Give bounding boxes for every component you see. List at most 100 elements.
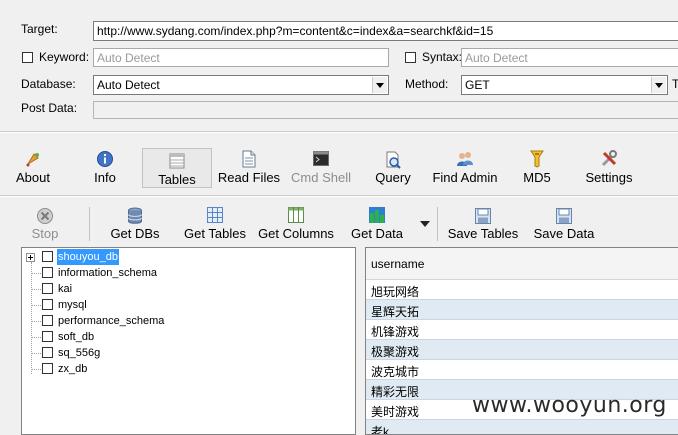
keyword-input[interactable]: Auto Detect [93, 48, 389, 67]
data-icon [369, 207, 385, 223]
columns-icon [288, 207, 304, 223]
tools-icon [601, 150, 617, 167]
tree-checkbox[interactable] [42, 363, 53, 374]
cmd-shell-button[interactable]: Cmd Shell [288, 148, 354, 188]
tree-item[interactable]: information_schema [22, 265, 322, 281]
tree-item-label: information_schema [58, 267, 158, 279]
tree-item[interactable]: sq_556g [22, 345, 322, 361]
tables-button[interactable]: Tables [142, 148, 212, 188]
toolbar-separator [89, 207, 90, 241]
syntax-label: Syntax: [422, 50, 463, 64]
keyword-checkbox[interactable] [22, 52, 33, 63]
tree-item[interactable]: soft_db [22, 329, 322, 345]
stop-button[interactable]: Stop [22, 205, 68, 243]
tree-connector [32, 273, 41, 274]
chevron-down-icon[interactable] [651, 77, 666, 93]
get-data-button[interactable]: Get Data [346, 205, 408, 243]
table-cell: 极聚游戏 [371, 345, 420, 359]
save-tables-button[interactable]: Save Tables [446, 205, 520, 243]
save-icon [556, 208, 572, 224]
get-data-label: Get Data [350, 226, 404, 241]
get-columns-label: Get Columns [258, 226, 334, 241]
target-input[interactable]: http://www.sydang.com/index.php?m=conten… [93, 21, 678, 41]
divider [0, 196, 678, 197]
tree-connector [32, 321, 41, 322]
cut-off-label: T [672, 77, 678, 91]
table-cell: 旭玩网络 [371, 285, 420, 299]
md5-button[interactable]: MD5 [518, 148, 556, 188]
query-button[interactable]: Query [370, 148, 416, 188]
table-row[interactable]: 老k [366, 420, 678, 434]
table-row[interactable]: 机锋游戏 [366, 320, 678, 340]
get-tables-button[interactable]: Get Tables [180, 205, 250, 243]
info-icon [97, 151, 113, 167]
table-row[interactable]: 波克城市 [366, 360, 678, 380]
tree-checkbox[interactable] [42, 331, 53, 342]
divider [0, 132, 678, 133]
tree-item-label: soft_db [58, 331, 95, 343]
save-icon [475, 208, 491, 224]
tree-item[interactable]: performance_schema [22, 313, 322, 329]
database-select[interactable]: Auto Detect [93, 75, 389, 95]
query-label: Query [375, 170, 411, 185]
postdata-input[interactable] [93, 101, 678, 119]
stop-icon [37, 208, 53, 224]
tree-item-label: sq_556g [58, 347, 101, 359]
tree-connector [32, 337, 41, 338]
key-icon [530, 150, 544, 168]
get-dbs-label: Get DBs [110, 226, 160, 241]
table-row[interactable]: 星辉天拓 [366, 300, 678, 320]
about-label: About [16, 170, 50, 185]
method-select-value: GET [465, 78, 490, 92]
tree-checkbox[interactable] [42, 251, 53, 262]
table-cell: 星辉天拓 [371, 305, 420, 319]
tree-item-label: kai [58, 283, 73, 295]
dropdown-arrow-icon[interactable] [420, 221, 430, 227]
tree-item-label: mysql [58, 299, 87, 311]
target-label: Target: [21, 22, 58, 36]
database-tree[interactable]: shouyou_db information_schema kai mysql … [21, 247, 356, 435]
table-icon [169, 153, 185, 169]
find-admin-button[interactable]: Find Admin [428, 148, 502, 188]
settings-button[interactable]: Settings [582, 148, 636, 188]
database-icon [128, 207, 142, 224]
tree-checkbox[interactable] [42, 267, 53, 278]
tree-checkbox[interactable] [42, 299, 53, 310]
read-files-button[interactable]: Read Files [216, 148, 282, 188]
tree-item[interactable]: mysql [22, 297, 322, 313]
about-icon [26, 153, 39, 167]
tree-checkbox[interactable] [42, 283, 53, 294]
settings-label: Settings [585, 170, 633, 185]
column-header-label: username [371, 257, 425, 271]
get-dbs-button[interactable]: Get DBs [104, 205, 166, 243]
about-button[interactable]: About [8, 148, 58, 188]
syntax-input[interactable]: Auto Detect [461, 48, 678, 67]
stop-label: Stop [31, 226, 59, 241]
info-label: Info [94, 170, 116, 185]
tree-item-label: performance_schema [58, 315, 165, 327]
column-header[interactable]: username [366, 248, 678, 280]
tree-item[interactable]: zx_db [22, 361, 322, 377]
tree-checkbox[interactable] [42, 315, 53, 326]
postdata-label: Post Data: [21, 101, 78, 115]
tree-item[interactable]: kai [22, 281, 322, 297]
watermark: www.wooyun.org [472, 393, 667, 418]
info-button[interactable]: Info [84, 148, 126, 188]
file-icon [242, 150, 256, 168]
table-row[interactable]: 极聚游戏 [366, 340, 678, 360]
tree-checkbox[interactable] [42, 347, 53, 358]
database-select-value: Auto Detect [97, 78, 160, 92]
method-select[interactable]: GET [461, 75, 668, 95]
table-row[interactable]: 旭玩网络 [366, 280, 678, 300]
chevron-down-icon[interactable] [372, 77, 387, 93]
tree-item[interactable]: shouyou_db [22, 249, 322, 265]
terminal-icon [313, 151, 329, 166]
save-data-button[interactable]: Save Data [532, 205, 596, 243]
query-icon [386, 151, 401, 169]
syntax-checkbox[interactable] [405, 52, 416, 63]
tree-connector [32, 353, 41, 354]
expand-icon[interactable] [26, 253, 35, 262]
table-cell: 美时游戏 [371, 405, 420, 419]
get-columns-button[interactable]: Get Columns [256, 205, 336, 243]
save-tables-label: Save Tables [447, 226, 519, 241]
